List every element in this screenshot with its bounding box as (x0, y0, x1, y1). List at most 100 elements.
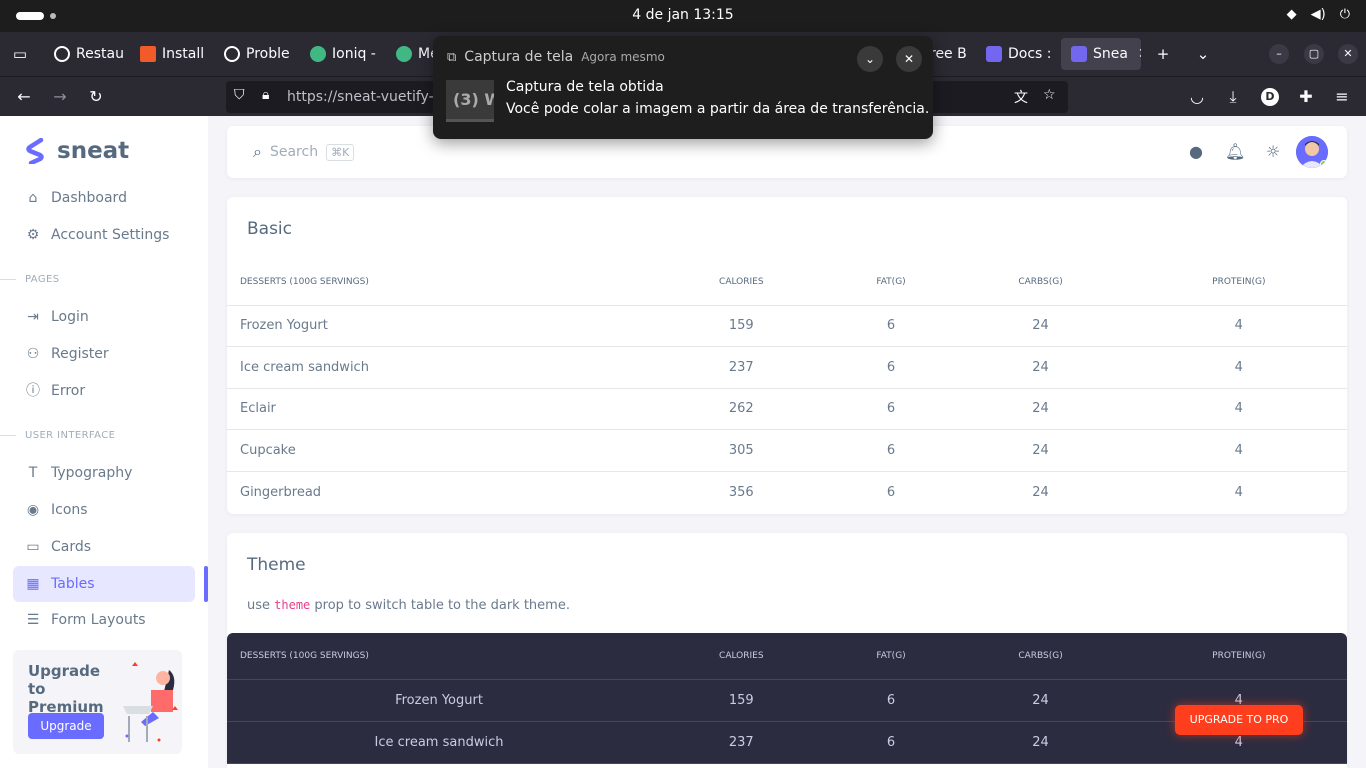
table-cell: 6 (831, 388, 951, 430)
table-cell: Ice cream sandwich (227, 721, 651, 764)
credit-card-icon: ▭ (26, 539, 40, 555)
tab-list-icon[interactable]: ▭ (10, 44, 30, 64)
sidebar-item-cards[interactable]: ▭ Cards (13, 529, 195, 565)
translate-icon[interactable]: 文 (1014, 87, 1028, 107)
sidebar-item-label: Form Layouts (51, 612, 146, 628)
browser-tab[interactable]: Restau (44, 38, 130, 70)
column-header[interactable]: CARBS(G) (950, 259, 1131, 306)
table-cell: 6 (831, 721, 951, 764)
profile-avatar[interactable]: D (1261, 88, 1279, 106)
url-text[interactable]: https://sneat-vuetify- (287, 89, 434, 105)
sidebar-item-label: Dashboard (51, 190, 127, 206)
table-header-row: DESSERTS (100G SERVINGS) CALORIES FAT(G)… (227, 633, 1347, 680)
browser-tab[interactable]: Docs : (976, 38, 1060, 70)
system-tray[interactable]: ◆ ◀) ⏻ (1287, 7, 1350, 22)
card-title: Theme (247, 555, 306, 575)
column-header[interactable]: CALORIES (651, 259, 832, 306)
tab-title: Ioniq - (332, 46, 376, 62)
bookmark-star-icon[interactable]: ☆ (1043, 87, 1056, 103)
column-header[interactable]: FAT(G) (831, 633, 951, 680)
column-header[interactable]: FAT(G) (831, 259, 951, 306)
sidebar-item-register[interactable]: ⚇ Register (13, 336, 195, 372)
close-tab-icon[interactable]: ✕ (1138, 46, 1141, 62)
table-cell: 356 (728, 484, 754, 500)
info-circle-icon: ⓘ (26, 383, 40, 399)
sidebar-item-tables[interactable]: ▦ Tables (13, 566, 195, 602)
shield-icon[interactable]: ⛉ (234, 87, 245, 103)
table-cell: 4 (1234, 484, 1243, 500)
sidebar-item-label: Register (51, 346, 109, 362)
sidebar: sneat ⌂ Dashboard ⚙ Account Settings PAGES… (0, 116, 208, 768)
expand-chevron-icon[interactable]: ⌄ (857, 46, 883, 72)
user-avatar[interactable] (1296, 136, 1328, 168)
new-tab-icon[interactable]: + (1153, 44, 1173, 64)
lock-icon[interactable]: 🔒︎ (262, 87, 269, 103)
active-indicator (204, 566, 208, 602)
extensions-icon[interactable]: ✚ (1295, 86, 1317, 108)
forward-arrow-icon[interactable]: → (49, 86, 71, 108)
sidebar-item-login[interactable]: ⇥ Login (13, 299, 195, 335)
power-icon: ⏻ (1339, 7, 1350, 22)
tab-title: Proble (246, 46, 290, 62)
reload-icon[interactable]: ↻ (85, 86, 107, 108)
close-window-icon[interactable]: ✕ (1338, 44, 1358, 64)
browser-tab-active[interactable]: Snea ✕ (1061, 38, 1141, 70)
sneat-logo-icon (1071, 46, 1087, 62)
sidebar-item-icons[interactable]: ◉ Icons (13, 492, 195, 528)
upgrade-to-pro-button[interactable]: UPGRADE TO PRO (1175, 705, 1303, 735)
system-clock[interactable]: 4 de jan 13:15 (0, 7, 1366, 23)
minimize-icon[interactable]: – (1269, 44, 1289, 64)
sidebar-item-account-settings[interactable]: ⚙ Account Settings (13, 217, 195, 253)
chevron-down-icon[interactable]: ⌄ (1193, 44, 1213, 64)
column-header[interactable]: CARBS(G) (950, 633, 1131, 680)
close-notification-icon[interactable]: ✕ (896, 46, 922, 72)
table-cell: 24 (950, 305, 1131, 347)
tab-favicon-icon (396, 46, 412, 62)
browser-tab[interactable]: Proble (214, 38, 300, 70)
table-cell: 24 (950, 721, 1131, 764)
browser-tab[interactable]: Install (130, 38, 216, 70)
browser-tab[interactable]: Ioniq - (300, 38, 386, 70)
maximize-icon[interactable]: ▢ (1304, 44, 1324, 64)
column-header[interactable]: PROTEIN(G) (1130, 633, 1347, 680)
search-trigger[interactable]: ⌕ Search ⌘K (253, 142, 355, 162)
column-header[interactable]: PROTEIN(G) (1130, 259, 1347, 306)
sidebar-item-dashboard[interactable]: ⌂ Dashboard (13, 180, 195, 216)
screenshot-thumbnail: (3) W (446, 80, 494, 122)
column-header[interactable]: DESSERTS (100G SERVINGS) (227, 633, 651, 680)
tab-title: Me (418, 46, 434, 62)
upgrade-title: Upgrade to Premium (28, 662, 104, 716)
section-label: PAGES (25, 274, 60, 285)
column-header[interactable]: DESSERTS (100G SERVINGS) (227, 259, 651, 306)
screenshot-notification[interactable]: ⧉ Captura de tela Agora mesmo ⌄ ✕ (3) W … (433, 36, 933, 139)
hamburger-menu-icon[interactable]: ≡ (1331, 86, 1353, 108)
notification-body: Você pode colar a imagem a partir da áre… (506, 101, 930, 117)
bell-icon[interactable]: 🔔︎ (1225, 142, 1245, 162)
sidebar-item-form-layouts[interactable]: ☰ Form Layouts (13, 602, 195, 638)
table-cell: 6 (831, 346, 951, 389)
pocket-icon[interactable]: ◡ (1186, 86, 1208, 108)
user-cog-icon: ⚙ (26, 227, 40, 243)
user-plus-icon: ⚇ (26, 346, 40, 362)
browser-tab[interactable]: Me (386, 38, 434, 70)
table-row: Ice cream sandwich 237 6 24 4 (227, 346, 1347, 389)
tab-title: Snea (1093, 46, 1128, 62)
download-icon[interactable]: ⤓ (1222, 86, 1244, 108)
sidebar-item-label: Account Settings (51, 227, 170, 243)
volume-icon: ◀) (1310, 7, 1326, 22)
sidebar-item-typography[interactable]: T Typography (13, 455, 195, 491)
upgrade-button[interactable]: Upgrade (28, 713, 104, 739)
tab-favicon-icon (310, 46, 326, 62)
brand-logo[interactable]: sneat (25, 138, 129, 164)
github-icon[interactable]: ● (1186, 142, 1206, 162)
sidebar-item-error[interactable]: ⓘ Error (13, 373, 195, 409)
online-status-dot (1320, 160, 1328, 168)
column-header[interactable]: CALORIES (651, 633, 832, 680)
table-cell: 159 (651, 305, 832, 347)
back-arrow-icon[interactable]: ← (13, 86, 35, 108)
table-cell: Gingerbread (240, 484, 322, 500)
table-cell: 24 (950, 679, 1131, 722)
table-cell: Frozen Yogurt (227, 679, 651, 722)
table-cell: 24 (950, 429, 1131, 472)
sun-icon[interactable]: ☼ (1263, 142, 1283, 162)
